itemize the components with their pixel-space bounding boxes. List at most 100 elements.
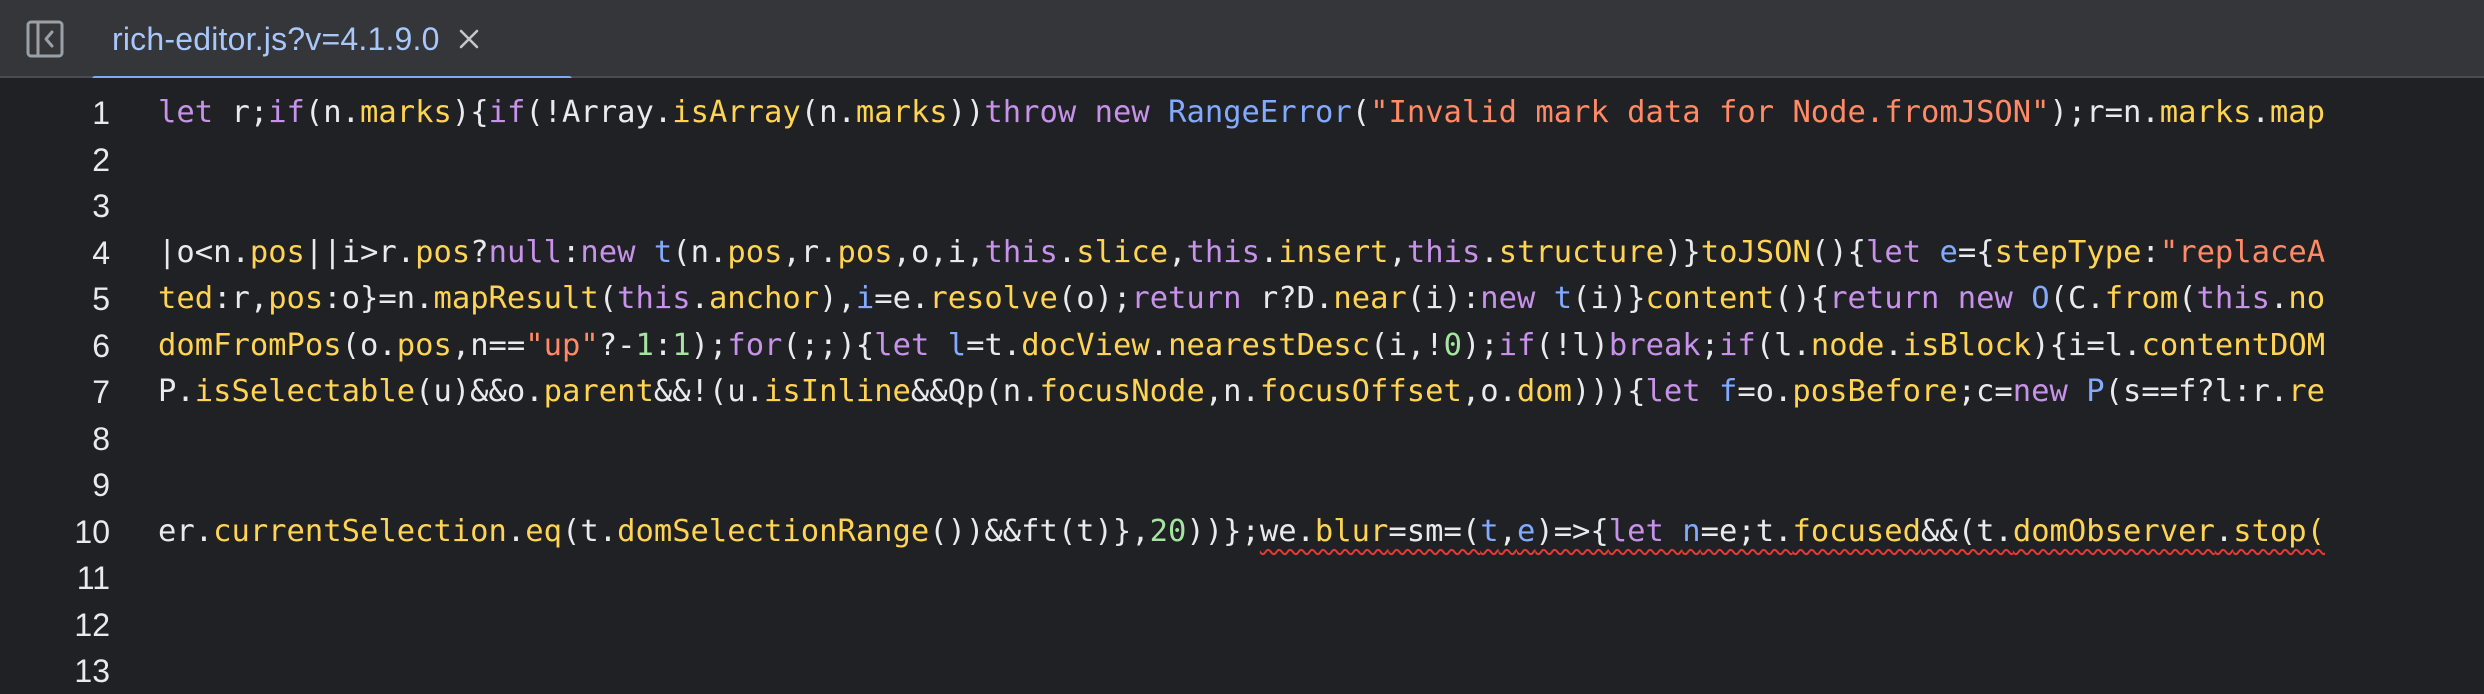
code-line[interactable]: 13 (0, 648, 2484, 694)
code-token: 20 (1149, 513, 1187, 549)
tab-close-button[interactable] (454, 24, 484, 54)
line-number[interactable]: 12 (0, 602, 110, 648)
line-number[interactable]: 1 (0, 90, 110, 136)
code-line[interactable]: 8 (0, 416, 2484, 462)
code-line[interactable]: 11 (0, 555, 2484, 601)
code-token: pos (727, 234, 783, 270)
sidebar-toggle-button[interactable] (22, 16, 68, 62)
code-line[interactable]: 1 let r;if(n.marks){if(!Array.isArray(n.m… (0, 90, 2484, 136)
code-token: structure (1498, 234, 1664, 270)
line-number[interactable]: 4 (0, 230, 110, 276)
code-token: mapResult (433, 281, 599, 316)
code-text: ted:r,pos:o}=n.mapResult(this.anchor),i=… (158, 276, 2325, 322)
code-token: slice (1076, 234, 1169, 270)
code-line[interactable]: 5 ted:r,pos:o}=n.mapResult(this.anchor),i… (0, 276, 2484, 322)
line-number[interactable]: 7 (0, 369, 110, 415)
code-line[interactable]: 4 |o<n.pos||i>r.pos?null:new t(n.pos,r.po… (0, 230, 2484, 276)
code-line[interactable]: 2 (0, 137, 2484, 183)
line-number[interactable]: 10 (0, 509, 110, 555)
code-token: this (984, 234, 1058, 270)
code-token: domSelectionRange (617, 513, 930, 549)
code-token: pos (396, 327, 452, 363)
code-token: ))}; (1186, 513, 1260, 549)
code-line[interactable]: 12 (0, 602, 2484, 648)
code-token: we. (1259, 513, 1315, 549)
code-token: near (1333, 281, 1407, 316)
code-token: domFromPos (158, 327, 342, 363)
code-token: t (653, 234, 673, 270)
code-token: this (617, 281, 691, 316)
code-token: . (1480, 234, 1499, 270)
code-token: t (1553, 281, 1573, 316)
code-token: "Invalid mark data for Node.fromJSON" (1370, 95, 2050, 130)
code-token: parent (543, 374, 654, 409)
code-token: l (947, 327, 967, 363)
code-token: 1 (672, 327, 691, 363)
code-line[interactable]: 3 (0, 183, 2484, 229)
code-line[interactable]: 9 (0, 462, 2484, 508)
code-token: "up" (525, 327, 599, 363)
code-token: isSelectable (194, 374, 416, 409)
code-token: ( (2178, 281, 2197, 316)
line-number[interactable]: 5 (0, 276, 110, 322)
code-token: focusOffset (1259, 374, 1462, 409)
code-token: O (2031, 281, 2050, 316)
code-token: i (855, 281, 875, 316)
code-line[interactable]: 10 er.currentSelection.eq(t.domSelectionR… (0, 509, 2484, 555)
code-token: pos (837, 234, 893, 270)
code-editor[interactable]: 1 let r;if(n.marks){if(!Array.isArray(n.m… (0, 78, 2484, 694)
code-token: null (488, 234, 563, 270)
code-text: er.currentSelection.eq(t.domSelectionRan… (158, 509, 2325, 555)
code-token: pos (268, 281, 324, 316)
code-token: =t. (966, 327, 1022, 363)
code-token: (i): (1406, 281, 1481, 316)
line-number[interactable]: 2 (0, 137, 110, 183)
code-token: , (1498, 513, 1517, 549)
line-number[interactable]: 11 (0, 555, 110, 601)
code-line[interactable]: 7 P.isSelectable(u)&&o.parent&&!(u.isInli… (0, 369, 2484, 415)
code-token: isBlock (1902, 327, 2032, 363)
code-token: for (727, 327, 783, 363)
code-token: (n. (672, 234, 728, 270)
code-token: P (2086, 374, 2105, 409)
code-token: ,n. (1204, 374, 1260, 409)
code-line[interactable]: 6 domFromPos(o.pos,n=="up"?-1:1);for(;;){… (0, 323, 2484, 369)
code-token: pos (249, 234, 305, 270)
code-token: map (2269, 95, 2326, 130)
code-token: (C. (2049, 281, 2105, 316)
code-token: ){i=l. (2031, 327, 2142, 363)
code-token: if (488, 95, 526, 130)
code-token: let (874, 327, 930, 363)
code-token: isInline (764, 374, 911, 409)
code-token: ))){ (1572, 374, 1646, 409)
code-token: =e. (874, 281, 930, 316)
code-token: let (158, 95, 214, 130)
code-token: this (1186, 234, 1260, 270)
code-token: . (1259, 234, 1279, 270)
tab-rich-editor[interactable]: rich-editor.js?v=4.1.9.0 (92, 0, 572, 80)
code-token: . (1149, 327, 1169, 363)
code-token: P. (158, 374, 195, 409)
code-token: er. (158, 513, 214, 549)
code-token: break (1608, 327, 1701, 363)
code-token: . (2251, 95, 2270, 130)
code-token: ; (1700, 327, 1720, 363)
code-token: if (1719, 327, 1756, 363)
code-token: =sm=( (1388, 513, 1481, 549)
code-text: P.isSelectable(u)&&o.parent&&!(u.isInlin… (158, 369, 2325, 415)
line-number[interactable]: 3 (0, 183, 110, 229)
line-number[interactable]: 8 (0, 416, 110, 462)
code-token: if (1498, 327, 1536, 363)
line-number[interactable]: 13 (0, 648, 110, 694)
code-token: this (1406, 234, 1481, 270)
sidebar-toggle-icon (25, 19, 65, 59)
line-number[interactable]: 9 (0, 462, 110, 508)
code-token: . (690, 281, 709, 316)
code-token: . (506, 513, 526, 549)
line-number[interactable]: 6 (0, 323, 110, 369)
code-token: 0 (1443, 327, 1462, 363)
code-token: focused (1792, 513, 1921, 549)
